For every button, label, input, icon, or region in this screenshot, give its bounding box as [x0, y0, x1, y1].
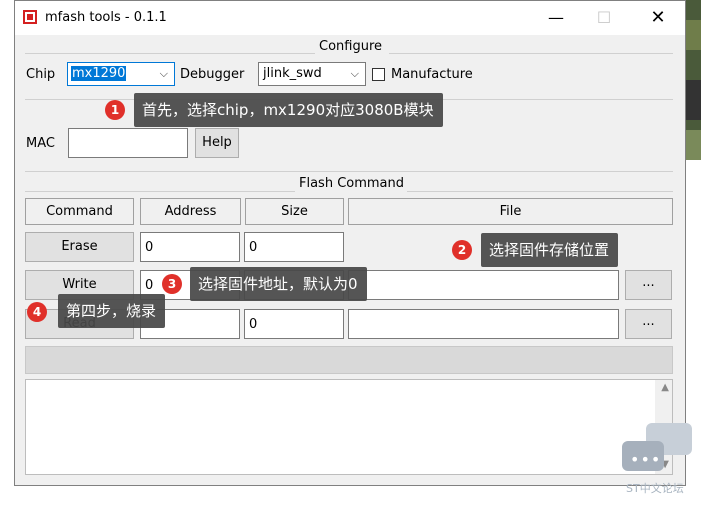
group-divider: [25, 191, 295, 192]
step-badge-2: 2: [452, 240, 472, 260]
column-header-size: Size: [245, 198, 344, 225]
step-badge-3: 3: [162, 274, 182, 294]
configure-group-title: Configure: [319, 39, 383, 54]
background-desktop-strip: [686, 0, 701, 160]
progress-bar: [25, 346, 673, 374]
manufacture-label: Manufacture: [391, 67, 473, 82]
erase-size-input[interactable]: 0: [244, 232, 344, 262]
step-callout-3: 选择固件地址，默认为0: [190, 267, 367, 301]
log-output[interactable]: ▲ ▼: [25, 379, 673, 475]
watermark-dots: •••: [630, 450, 662, 469]
step-callout-4: 第四步，烧录: [58, 294, 166, 328]
dropdown-arrow-icon: ⌵: [350, 67, 359, 80]
dropdown-arrow-icon: ⌵: [159, 67, 168, 80]
step-badge-4: 4: [27, 302, 47, 322]
step-callout-1: 首先，选择chip，mx1290对应3080B模块: [134, 93, 443, 127]
step-badge-1: 1: [105, 100, 125, 120]
read-file-input[interactable]: [348, 309, 619, 339]
read-size-input[interactable]: 0: [244, 309, 344, 339]
title-bar[interactable]: mfash tools - 0.1.1 — ☐ ✕: [15, 1, 685, 35]
flash-group-title: Flash Command: [299, 176, 405, 191]
group-divider: [389, 53, 673, 54]
write-browse-button[interactable]: ...: [625, 270, 672, 300]
read-browse-button[interactable]: ...: [625, 309, 672, 339]
close-button[interactable]: ✕: [635, 5, 681, 31]
group-divider: [25, 53, 315, 54]
desktop-fragment: [686, 20, 701, 50]
app-icon: [23, 10, 37, 24]
column-header-command: Command: [25, 198, 134, 225]
group-divider: [407, 191, 673, 192]
erase-button[interactable]: Erase: [25, 232, 134, 262]
chip-label: Chip: [26, 67, 56, 82]
chip-select[interactable]: mx1290 ⌵: [67, 62, 175, 86]
column-header-file: File: [348, 198, 673, 225]
debugger-select-value: jlink_swd: [263, 66, 322, 81]
column-header-address: Address: [140, 198, 241, 225]
scroll-up-icon[interactable]: ▲: [661, 382, 669, 393]
watermark-text: ST中文论坛: [626, 482, 684, 495]
debugger-select[interactable]: jlink_swd ⌵: [258, 62, 366, 86]
section-divider: [25, 171, 673, 172]
mac-input[interactable]: [68, 128, 188, 158]
chip-select-value: mx1290: [71, 66, 127, 81]
minimize-button[interactable]: —: [533, 5, 579, 31]
window-title: mfash tools - 0.1.1: [45, 10, 167, 25]
desktop-fragment: [686, 130, 701, 160]
help-button[interactable]: Help: [195, 128, 239, 158]
desktop-fragment: [686, 80, 701, 120]
step-callout-2: 选择固件存储位置: [481, 233, 619, 267]
erase-address-input[interactable]: 0: [140, 232, 240, 262]
mac-label: MAC: [26, 136, 55, 151]
debugger-label: Debugger: [180, 67, 245, 82]
manufacture-checkbox[interactable]: [372, 68, 385, 81]
write-file-input[interactable]: [348, 270, 619, 300]
maximize-button[interactable]: ☐: [581, 5, 627, 31]
